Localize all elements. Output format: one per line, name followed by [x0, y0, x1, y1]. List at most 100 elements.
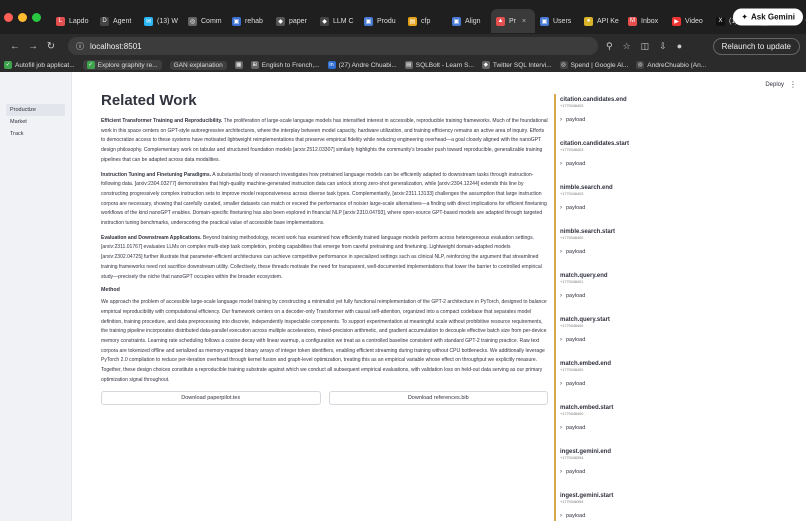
event-entry: nimble.search.start +1779348400 › payload [554, 226, 795, 270]
sidebar-item-market[interactable]: Market [0, 116, 71, 128]
payload-expander[interactable]: › payload [560, 293, 795, 299]
reload-icon[interactable]: ↻ [42, 41, 60, 52]
browser-tab[interactable]: L Lapdo [51, 9, 95, 33]
event-entry: match.query.end +1779348401 › payload [554, 270, 795, 314]
forward-arrow-icon[interactable]: → [24, 41, 42, 52]
bookmark-label: Twitter SQL Intervi... [492, 61, 552, 69]
payload-expander[interactable]: › payload [560, 469, 795, 475]
browser-toolbar: ← → ↻ ⓘ localhost:8501 ⚲ ☆ ◫ ⇩ ● Relaunc… [0, 34, 806, 58]
browser-tab[interactable]: ▣ Users [535, 9, 579, 33]
tab-favicon-icon: ▲ [496, 16, 505, 26]
chevron-right-icon: › [560, 161, 562, 167]
download-paper-button[interactable]: Download paperpilot.tex [101, 390, 321, 405]
payload-expander[interactable]: › payload [560, 205, 795, 211]
payload-expander[interactable]: › payload [560, 337, 795, 343]
payload-expander[interactable]: › payload [560, 425, 795, 431]
event-accent-bar [554, 402, 556, 446]
extensions-icon[interactable]: ◫ [641, 41, 650, 52]
chevron-right-icon: › [560, 117, 562, 123]
deploy-button[interactable]: Deploy [765, 82, 784, 88]
payload-expander[interactable]: › payload [560, 117, 795, 123]
page-title: Related Work [101, 92, 197, 109]
ask-gemini-label: Ask Gemini [750, 12, 795, 22]
sidebar-item-productize[interactable]: Productize [6, 104, 65, 116]
back-arrow-icon[interactable]: ← [6, 41, 24, 52]
browser-tab[interactable]: M Inbox [623, 9, 667, 33]
browser-tab[interactable]: ● API Ke [579, 9, 623, 33]
tab-label: Agent [113, 17, 132, 25]
chevron-right-icon: › [560, 469, 562, 475]
address-bar[interactable]: ⓘ localhost:8501 [68, 37, 598, 55]
browser-tab[interactable]: D Agent [95, 9, 139, 33]
event-timestamp: +1779348403 [560, 104, 584, 108]
bookmark-item[interactable]: in (27) Andre Chuabi... [327, 61, 397, 69]
browser-tab[interactable]: ▲ Pr × [491, 9, 535, 33]
ask-gemini-button[interactable]: ✦ Ask Gemini [733, 8, 803, 26]
download-icon[interactable]: ⇩ [659, 41, 667, 52]
browser-tab[interactable]: ▶ Video [667, 9, 711, 33]
close-tab-icon[interactable]: × [522, 18, 526, 25]
maximize-window-button[interactable] [32, 12, 41, 22]
event-accent-bar [554, 182, 556, 226]
browser-tab[interactable]: ▤ cfp [403, 9, 447, 33]
bookmark-item[interactable]: ◎ AndreChuabio (An... [636, 61, 706, 69]
profile-icon[interactable]: ● [677, 41, 682, 52]
payload-label: payload [566, 513, 586, 519]
browser-tab[interactable]: ▣ Align [447, 9, 491, 33]
bookmark-item[interactable]: ✓ Explore graphity re... [82, 60, 162, 70]
url-text: localhost:8501 [90, 41, 142, 51]
payload-expander[interactable]: › payload [560, 513, 795, 519]
event-accent-bar [554, 446, 556, 490]
browser-tab[interactable]: ◎ Comm [183, 9, 227, 33]
payload-expander[interactable]: › payload [560, 161, 795, 167]
event-entry: citation.candidates.start +1779348403 › pay… [554, 138, 795, 182]
minimize-window-button[interactable] [18, 12, 27, 22]
bookmark-item[interactable]: ◎ Spend | Google Al... [559, 61, 628, 69]
bookmark-label: Explore graphity re... [97, 61, 158, 69]
search-icon[interactable]: ⚲ [606, 41, 613, 52]
browser-tab[interactable]: ◆ paper [271, 9, 315, 33]
tab-favicon-icon: L [56, 16, 65, 26]
payload-label: payload [566, 117, 586, 123]
window-controls [4, 12, 41, 22]
bookmark-item[interactable]: ✓ Autofill job applicat... [4, 61, 75, 69]
event-timestamp: +1779348394 [560, 500, 584, 504]
bookmark-label: AndreChuabio (An... [647, 61, 707, 69]
tab-favicon-icon: ▣ [364, 16, 373, 26]
relaunch-button[interactable]: Relaunch to update [712, 38, 800, 55]
payload-expander[interactable]: › payload [560, 249, 795, 255]
browser-tab[interactable]: ▣ Produ [359, 9, 403, 33]
event-timestamp: +1779348403 [560, 192, 584, 196]
payload-expander[interactable]: › payload [560, 381, 795, 387]
tab-label: Produ [377, 17, 396, 25]
bookmark-item[interactable]: ◆ Twitter SQL Intervi... [481, 61, 552, 69]
bookmark-label: English to French,... [261, 61, 320, 69]
bookmark-item[interactable]: ▦ [234, 61, 243, 69]
browser-tab[interactable]: ▣ rehab [227, 9, 271, 33]
chevron-right-icon: › [560, 337, 562, 343]
tab-label: cfp [421, 17, 431, 25]
bookmark-icon: in [327, 61, 336, 69]
bookmark-item[interactable]: GAN explanation [169, 60, 227, 70]
event-timestamp: +1779348401 [560, 280, 584, 284]
bookmark-item[interactable]: ▤ SQLBolt - Learn S... [404, 61, 474, 69]
paragraph-lead: Efficient Transformer Training and Repro… [101, 118, 223, 124]
payload-label: payload [566, 337, 586, 343]
sidebar-item-track[interactable]: Track [0, 128, 71, 140]
event-accent-bar [554, 314, 556, 358]
tab-favicon-icon: X [716, 16, 725, 26]
more-options-icon[interactable]: ⋮ [789, 80, 797, 89]
paragraph-instruction-tuning: Instruction Tuning and Finetuning Paradi… [101, 171, 548, 229]
bookmark-label: (27) Andre Chuabi... [338, 61, 397, 69]
close-window-button[interactable] [4, 12, 13, 22]
download-references-button[interactable]: Download references.bib [328, 390, 548, 405]
browser-tab[interactable]: ◆ LLM C [315, 9, 359, 33]
bookmark-label: Autofill job applicat... [15, 61, 75, 69]
paragraph-body: A substantial body of research investiga… [101, 171, 547, 227]
browser-tab[interactable]: ✉ (13) W [139, 9, 183, 33]
bookmark-star-icon[interactable]: ☆ [623, 41, 631, 52]
event-name: nimble.search.end [560, 185, 613, 191]
relaunch-label: Relaunch to update [721, 42, 791, 51]
bookmark-item[interactable]: ⊞ English to French,... [250, 61, 320, 69]
site-info-icon[interactable]: ⓘ [76, 41, 84, 52]
